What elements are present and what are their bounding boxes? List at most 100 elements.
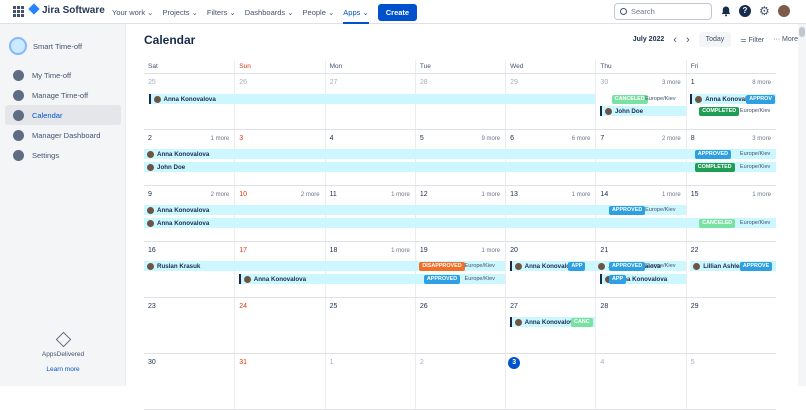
more-button[interactable]: ··· More — [773, 36, 798, 43]
event-user-name: John Doe — [157, 163, 186, 171]
timeoff-event-bar[interactable]: John Doe — [599, 106, 686, 116]
scrollbar-thumb[interactable] — [799, 27, 805, 37]
weekday-label: Sun — [234, 60, 324, 73]
day-number: 22 — [690, 247, 699, 254]
day-cell[interactable]: 29 — [685, 298, 776, 353]
day-number: 5 — [419, 135, 424, 142]
user-avatar — [147, 262, 154, 270]
more-events-link[interactable]: 2 more — [301, 192, 320, 198]
more-events-link[interactable]: 1 more — [481, 248, 500, 254]
more-icon: ··· — [773, 36, 783, 43]
day-cell[interactable]: 25 — [324, 298, 415, 353]
app-switcher-icon[interactable] — [13, 6, 24, 17]
day-cell[interactable]: 28 — [595, 298, 685, 353]
filter-button[interactable]: ⚌ Filter — [740, 36, 764, 44]
sidebar-item-my-time-off[interactable]: My Time-off — [5, 65, 121, 85]
timezone-label: Europe/Kiev — [739, 151, 771, 157]
more-events-link[interactable]: 6 more — [572, 136, 591, 142]
day-cell[interactable]: 15 1 more — [685, 186, 776, 241]
notifications-bell-icon[interactable] — [720, 5, 732, 17]
profile-avatar[interactable] — [778, 5, 790, 17]
day-cell[interactable]: 26 — [414, 298, 505, 353]
more-events-link[interactable]: 2 more — [662, 136, 681, 142]
event-user-name: John Doe — [614, 107, 644, 115]
status-badge: APPROV — [746, 94, 775, 104]
today-button[interactable]: Today — [698, 32, 732, 47]
more-events-link[interactable]: 3 more — [752, 136, 771, 142]
sidebar-item-calendar[interactable]: Calendar — [5, 105, 121, 125]
day-number: 1 — [690, 79, 695, 86]
nav-people[interactable]: People ⌄ — [303, 8, 335, 17]
day-cell[interactable]: 2 — [414, 354, 505, 409]
nav-projects[interactable]: Projects ⌄ — [162, 8, 197, 17]
more-events-link[interactable]: 1 more — [481, 192, 500, 198]
prev-month-icon[interactable]: ‹ — [673, 34, 677, 45]
day-number: 26 — [239, 79, 248, 86]
page-scrollbar[interactable] — [798, 24, 806, 386]
sidebar-item-manager-dashboard[interactable]: Manager Dashboard — [5, 125, 121, 145]
day-number: 2 — [148, 135, 152, 142]
event-user-name: Lillian Ashlea — [703, 262, 743, 270]
user-avatar — [514, 318, 522, 326]
day-cell[interactable]: 23 — [144, 298, 234, 353]
more-events-link[interactable]: 1 more — [572, 192, 591, 198]
nav-apps[interactable]: Apps ⌄ — [343, 8, 370, 24]
jira-logo[interactable]: Jira Software — [28, 3, 105, 16]
timeoff-event-bar[interactable]: Anna Konovalova — [144, 205, 686, 215]
nav-dashboards[interactable]: Dashboards ⌄ — [245, 8, 294, 17]
day-cell[interactable]: 30 — [144, 354, 234, 409]
timeoff-event-bar[interactable]: John Doe — [144, 162, 776, 172]
sidebar-item-manage-time-off[interactable]: Manage Time-off — [5, 85, 121, 105]
more-events-link[interactable]: 8 more — [752, 80, 771, 86]
day-number: 24 — [239, 303, 248, 310]
status-badge: COMPLETED — [694, 162, 735, 172]
settings-gear-icon[interactable]: ⚙ — [759, 5, 771, 17]
learn-more-link[interactable]: Learn more — [0, 366, 126, 373]
timezone-label: Europe/Kiev — [739, 220, 771, 226]
filter-label: Filter — [748, 36, 765, 44]
day-number: 31 — [239, 359, 248, 366]
search-input[interactable]: Search — [614, 3, 712, 20]
day-cell[interactable]: 1 — [324, 354, 415, 409]
weekday-label: Thu — [595, 60, 685, 73]
more-events-link[interactable]: 1 more — [662, 192, 681, 198]
weekday-label: Mon — [324, 60, 415, 73]
more-events-link[interactable]: 3 more — [662, 80, 681, 86]
month-label: July 2022 — [632, 36, 665, 43]
app-header[interactable]: Smart Time-off — [9, 37, 82, 55]
sidebar-item-label: Manager Dashboard — [32, 130, 101, 140]
help-icon[interactable]: ? — [739, 5, 751, 17]
more-events-link[interactable]: 1 more — [752, 192, 771, 198]
event-user-name: Anna Konovalova — [163, 95, 216, 103]
day-number: 1 — [329, 359, 334, 366]
day-cell[interactable]: 24 — [234, 298, 324, 353]
weekday-label: Wed — [505, 60, 595, 73]
day-cell[interactable]: 5 — [685, 354, 776, 409]
timeoff-event-bar[interactable]: Anna Konovalova — [144, 218, 776, 228]
more-events-link[interactable]: 1 more — [211, 136, 230, 142]
more-events-link[interactable]: 1 more — [391, 192, 410, 198]
status-badge: APPROVED — [608, 261, 646, 271]
more-events-link[interactable]: 9 more — [481, 136, 500, 142]
more-events-link[interactable]: 1 more — [391, 248, 410, 254]
day-number: 17 — [239, 247, 248, 254]
sidebar-item-settings[interactable]: Settings — [5, 145, 121, 165]
nav-your-work[interactable]: Your work ⌄ — [112, 8, 153, 17]
sidebar-item-label: Calendar — [32, 110, 63, 120]
top-navigation: Jira Software Your work ⌄ Projects ⌄ Fil… — [0, 0, 806, 24]
day-cell[interactable]: 4 — [595, 354, 685, 409]
timeoff-event-bar[interactable]: Anna Konovalova — [144, 149, 776, 159]
more-events-link[interactable]: 2 more — [211, 192, 230, 198]
create-button[interactable]: Create — [377, 3, 418, 21]
day-cell[interactable]: 3 — [505, 354, 595, 409]
next-month-icon[interactable]: › — [686, 34, 690, 45]
status-badge: COMPLETED — [699, 106, 740, 116]
nav-filters[interactable]: Filters ⌄ — [207, 8, 236, 17]
weekday-label: Sat — [148, 63, 158, 70]
status-badge: APPROVED — [423, 274, 461, 284]
day-number: 15 — [690, 191, 699, 198]
status-badge: APPROVED — [694, 149, 731, 159]
day-cell[interactable]: 31 — [234, 354, 324, 409]
search-placeholder: Search — [631, 7, 655, 16]
timeoff-event-bar[interactable]: Anna Konovalova — [148, 94, 596, 104]
